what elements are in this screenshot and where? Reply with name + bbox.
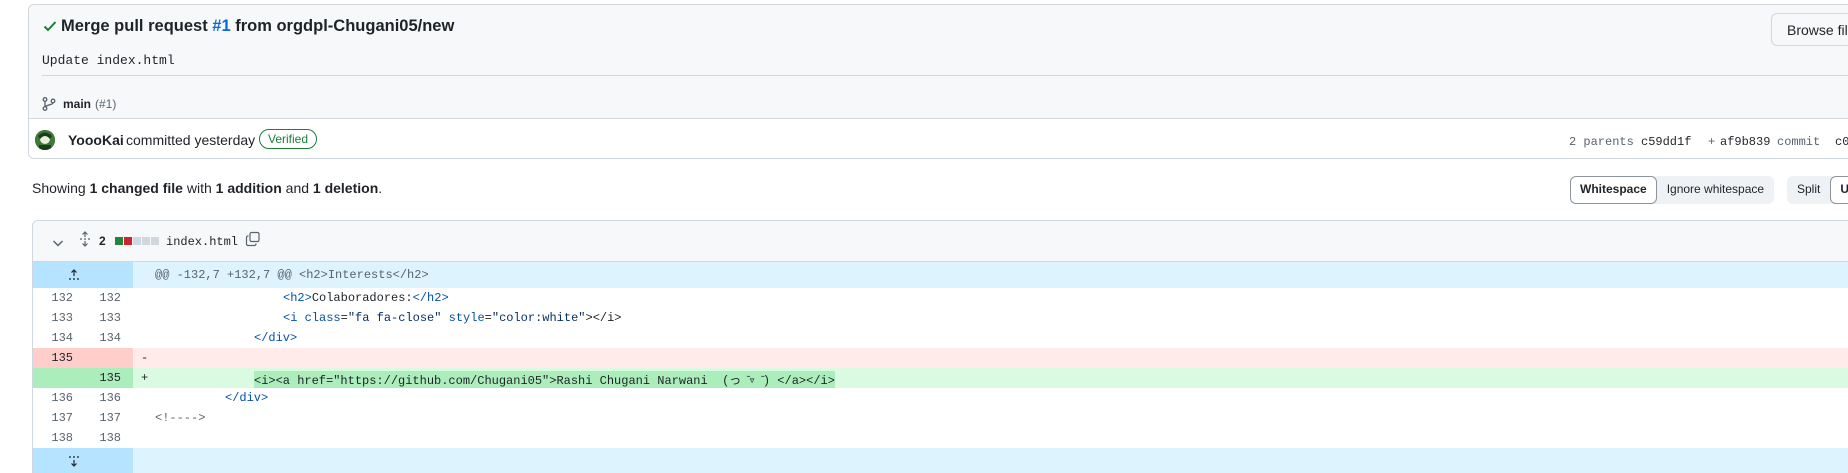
hunk-header-row: @@ -132,7 +132,7 @@ <h2>Interests</h2>	[33, 262, 1848, 288]
old-line-number[interactable]: 136	[33, 388, 73, 408]
diff-view-toggle: Split U	[1787, 176, 1848, 204]
divider	[42, 75, 1848, 76]
deleted-line: 135 -	[33, 348, 1848, 368]
summary-files: 1 changed file	[89, 180, 183, 196]
commit-message-body: Update index.html	[42, 53, 175, 68]
diff-line: 137 137 <!---->	[33, 408, 1848, 428]
summary-end: .	[378, 180, 383, 196]
summary-deletions: 1 deletion	[312, 180, 379, 196]
code-line: <h2>Colaboradores:</h2>	[283, 291, 449, 305]
commit-title-prefix: Merge pull request	[61, 17, 213, 35]
old-line-number[interactable]: 135	[33, 348, 73, 368]
commit-sha: c04	[1835, 135, 1848, 149]
verified-badge[interactable]: Verified	[259, 129, 318, 149]
new-line-number[interactable]: 134	[73, 328, 121, 348]
branch-name[interactable]: main	[63, 97, 91, 111]
diff-line: 132 132 <h2>Colaboradores:</h2>	[33, 288, 1848, 308]
split-view-button[interactable]: Split	[1787, 176, 1830, 204]
code-token: "color:white"	[491, 311, 586, 325]
old-line-number[interactable]	[33, 368, 73, 388]
file-diff: 2 index.html @@ -132,7 +132,7 @@ <h2>Int…	[32, 220, 1848, 473]
hunk-header: @@ -132,7 +132,7 @@ <h2>Interests</h2>	[155, 268, 429, 282]
old-line-number[interactable]: 133	[33, 308, 73, 328]
code-token: <i	[283, 311, 305, 325]
new-line-number[interactable]: 135	[73, 368, 121, 388]
new-line-number[interactable]: 132	[73, 288, 121, 308]
diffstat-bar	[115, 237, 159, 245]
parents-plus: +	[1708, 135, 1716, 149]
pr-link[interactable]: #1	[212, 17, 230, 35]
code-line: <i><a href="https://github.com/Chugani05…	[254, 371, 835, 388]
author-link[interactable]: YoooKai	[68, 132, 124, 148]
file-header: 2 index.html	[33, 221, 1848, 262]
new-line-number[interactable]: 138	[73, 428, 121, 448]
old-line-number[interactable]: 132	[33, 288, 73, 308]
check-icon	[43, 21, 57, 32]
commit-title: Merge pull request #1 from orgdpl-Chugan…	[61, 17, 454, 36]
code-line: <!---->	[155, 411, 206, 425]
expand-up-icon[interactable]	[66, 267, 82, 283]
old-line-number[interactable]: 137	[33, 408, 73, 428]
summary-with: with	[182, 180, 216, 196]
code-token: Colaboradores:	[311, 291, 413, 305]
code-token: "fa fa-close"	[347, 311, 442, 325]
code-line: </div>	[225, 391, 269, 405]
copy-icon[interactable]	[245, 231, 261, 247]
code-token: class	[304, 311, 341, 325]
branch-pr-ref[interactable]: (#1)	[95, 97, 116, 111]
old-line-number[interactable]: 138	[33, 428, 73, 448]
summary-additions: 1 addition	[215, 180, 282, 196]
code-token: <h2>	[283, 291, 312, 305]
diff-line: 136 136 </div>	[33, 388, 1848, 408]
code-token: </h2>	[412, 291, 449, 305]
browse-files-button[interactable]: Browse files	[1771, 13, 1848, 46]
changes-count: 2	[99, 234, 106, 248]
new-line-number[interactable]	[73, 348, 121, 368]
code-line: <i class="fa fa-close" style="color:whit…	[283, 311, 622, 325]
diff-line: 138 138	[33, 428, 1848, 448]
unified-view-button[interactable]: U	[1830, 176, 1848, 204]
expand-all-icon[interactable]	[77, 231, 93, 247]
avatar[interactable]	[35, 130, 55, 150]
commit-title-area: Merge pull request #1 from orgdpl-Chugan…	[29, 5, 1848, 119]
summary-and: and	[281, 180, 313, 196]
diff-line: 133 133 <i class="fa fa-close" style="co…	[33, 308, 1848, 328]
parent-sha-1[interactable]: c59dd1f	[1641, 135, 1691, 149]
diff-summary: Showing 1 changed file with 1 addition a…	[32, 180, 382, 196]
parent-sha-2[interactable]: af9b839	[1720, 135, 1770, 149]
expand-up-gutter[interactable]	[33, 262, 133, 288]
new-line-number[interactable]: 137	[73, 408, 121, 428]
expand-down-row	[33, 448, 1848, 473]
added-line: 135 + <i><a href="https://github.com/Chu…	[33, 368, 1848, 388]
commit-label: commit	[1777, 135, 1821, 149]
summary-prefix: Showing	[32, 180, 90, 196]
whitespace-button[interactable]: Whitespace	[1570, 176, 1657, 204]
old-line-number[interactable]: 134	[33, 328, 73, 348]
commit-header: Merge pull request #1 from orgdpl-Chugan…	[28, 4, 1848, 159]
diff-line: 134 134 </div>	[33, 328, 1848, 348]
commit-title-suffix: from orgdpl-Chugani05/new	[230, 17, 455, 35]
git-branch-icon	[42, 97, 56, 111]
code-line: </div>	[254, 331, 298, 345]
expand-down-gutter[interactable]	[33, 448, 133, 473]
code-token: style	[441, 311, 485, 325]
new-line-number[interactable]: 136	[73, 388, 121, 408]
ignore-whitespace-button[interactable]: Ignore whitespace	[1657, 176, 1774, 204]
code-token: ></i>	[585, 311, 622, 325]
addition-marker: +	[141, 371, 149, 385]
chevron-down-icon[interactable]	[51, 236, 65, 250]
expand-down-icon[interactable]	[66, 453, 82, 469]
commit-meta: YoooKai committed yesterday Verified 2 p…	[29, 119, 1848, 158]
file-name[interactable]: index.html	[166, 235, 238, 249]
whitespace-toggle: Whitespace Ignore whitespace	[1570, 176, 1775, 204]
parents-label: 2 parents	[1569, 135, 1634, 149]
avatar-image-icon	[35, 130, 55, 150]
new-line-number[interactable]: 133	[73, 308, 121, 328]
deletion-marker: -	[141, 351, 149, 365]
committed-time: committed yesterday	[126, 132, 256, 148]
